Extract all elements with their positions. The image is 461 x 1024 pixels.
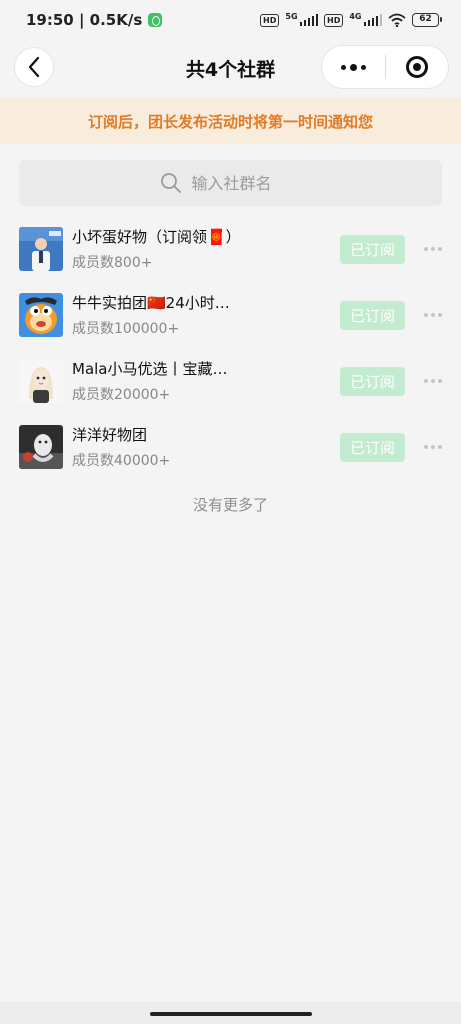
- group-info: 小坏蛋好物（订阅领🧧） 成员数800+: [72, 226, 340, 272]
- more-options-icon[interactable]: [423, 379, 443, 383]
- search-input[interactable]: [191, 173, 302, 193]
- target-icon: [405, 56, 428, 78]
- no-more-text: 没有更多了: [192, 496, 268, 514]
- signal-icon: [363, 14, 382, 26]
- more-options-icon[interactable]: [423, 445, 443, 449]
- group-info: Mala小马优选丨宝藏… 成员数20000+: [72, 358, 340, 404]
- group-member-count: 成员数100000+: [72, 321, 180, 337]
- chevron-left-icon: [28, 56, 40, 78]
- group-item[interactable]: 洋洋好物团 成员数40000+ 已订阅: [0, 414, 461, 480]
- status-bar: 19:50 | 0.5K/s HD 5G HD 4G 62: [0, 0, 461, 40]
- subscribe-notice: 订阅后，团长发布活动时将第一时间通知您: [0, 98, 461, 144]
- subscribed-button[interactable]: 已订阅: [340, 234, 405, 264]
- page-title: 共4个社群: [185, 58, 276, 81]
- network-label: 5G: [285, 11, 298, 21]
- battery-icon: 62: [412, 13, 442, 27]
- hd-badge: HD: [324, 13, 344, 27]
- wifi-icon: [388, 13, 406, 27]
- group-name: Mala小马优选丨宝藏…: [72, 360, 228, 378]
- group-name: 牛牛实拍团🇨🇳24小时…: [72, 294, 230, 312]
- more-options-icon[interactable]: [423, 247, 443, 251]
- group-item[interactable]: 小坏蛋好物（订阅领🧧） 成员数800+ 已订阅: [0, 216, 461, 282]
- subscribed-button[interactable]: 已订阅: [340, 300, 405, 330]
- group-list: 小坏蛋好物（订阅领🧧） 成员数800+ 已订阅 牛牛实拍团🇨🇳24小时… 成员数…: [0, 216, 461, 480]
- group-member-count: 成员数40000+: [72, 453, 171, 469]
- status-time: 19:50 | 0.5K/s: [26, 11, 143, 29]
- close-button[interactable]: [386, 45, 448, 89]
- group-avatar: [19, 359, 63, 403]
- search-box[interactable]: [19, 160, 442, 206]
- group-info: 洋洋好物团 成员数40000+: [72, 424, 340, 470]
- status-right: HD 5G HD 4G 62: [260, 11, 442, 27]
- group-avatar: [19, 293, 63, 337]
- wechat-notification-icon: [148, 13, 163, 27]
- status-left: 19:50 | 0.5K/s: [26, 11, 163, 29]
- search-icon: [160, 173, 181, 193]
- group-item[interactable]: Mala小马优选丨宝藏… 成员数20000+ 已订阅: [0, 348, 461, 414]
- group-avatar: [19, 227, 63, 271]
- group-avatar: [19, 425, 63, 469]
- group-member-count: 成员数800+: [72, 255, 153, 271]
- subscribed-button[interactable]: 已订阅: [340, 366, 405, 396]
- back-button[interactable]: [14, 47, 54, 87]
- subscribed-button[interactable]: 已订阅: [340, 432, 405, 462]
- signal-icon: [299, 14, 319, 26]
- group-member-count: 成员数20000+: [72, 387, 171, 403]
- mini-program-capsule: [321, 45, 449, 89]
- more-button[interactable]: [322, 45, 385, 89]
- group-info: 牛牛实拍团🇨🇳24小时… 成员数100000+: [72, 292, 340, 338]
- home-indicator[interactable]: [150, 1012, 312, 1016]
- group-name: 小坏蛋好物（订阅领🧧）: [72, 228, 241, 246]
- nav-bar: 共4个社群: [0, 40, 461, 96]
- hd-badge: HD: [260, 13, 280, 27]
- group-name: 洋洋好物团: [72, 426, 148, 444]
- network-label: 4G: [349, 11, 362, 21]
- more-options-icon[interactable]: [423, 313, 443, 317]
- group-item[interactable]: 牛牛实拍团🇨🇳24小时… 成员数100000+ 已订阅: [0, 282, 461, 348]
